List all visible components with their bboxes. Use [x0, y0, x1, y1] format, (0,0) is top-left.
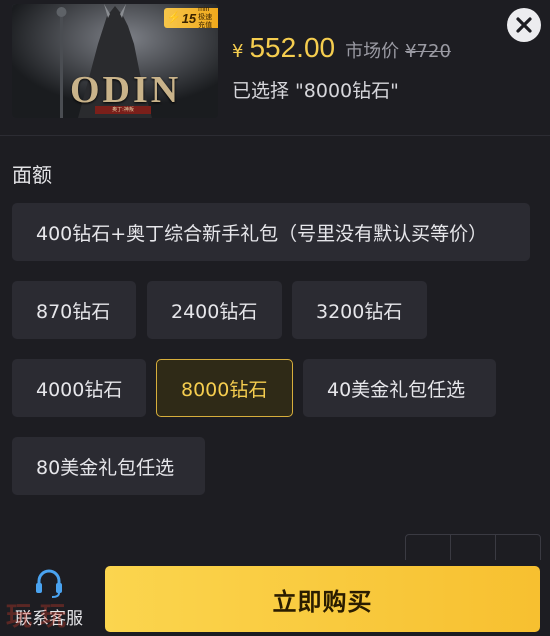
- product-thumbnail: ⚡ 15 min 极速充值 ODIN 奥丁:神叛: [12, 4, 218, 118]
- headset-icon: [36, 569, 62, 598]
- market-price-label: 市场价: [345, 41, 400, 62]
- option-40-usd-pack[interactable]: 40美金礼包任选: [303, 359, 496, 417]
- price-row: ¥ 552.00 市场价 ¥720: [232, 32, 451, 64]
- product-header: ⚡ 15 min 极速充值 ODIN 奥丁:神叛 ¥ 552.00 市场价 ¥72…: [0, 0, 550, 136]
- option-4000-diamonds[interactable]: 4000钻石: [12, 359, 146, 417]
- quantity-increase-button[interactable]: [496, 535, 540, 563]
- option-2400-diamonds[interactable]: 2400钻石: [147, 281, 282, 339]
- customer-service-button[interactable]: 联系客服: [4, 566, 94, 632]
- badge-text: 极速充值: [198, 14, 213, 29]
- option-870-diamonds[interactable]: 870钻石: [12, 281, 136, 339]
- close-icon: [516, 17, 532, 33]
- currency-symbol: ¥: [232, 41, 244, 62]
- footer-bar: 联系客服 玩玩 立即购买: [0, 560, 550, 636]
- buy-now-button[interactable]: 立即购买: [105, 566, 540, 632]
- badge-unit: min: [198, 6, 210, 13]
- quantity-input[interactable]: [451, 535, 496, 563]
- option-400-diamonds-bundle[interactable]: 400钻石+奥丁综合新手礼包（号里没有默认买等价）: [12, 203, 530, 261]
- option-8000-diamonds[interactable]: 8000钻石: [156, 359, 293, 417]
- lightning-icon: ⚡: [167, 11, 181, 24]
- odin-logo-subtitle: 奥丁:神叛: [95, 106, 151, 114]
- badge-number: 15: [181, 10, 197, 26]
- close-button[interactable]: [507, 8, 541, 42]
- section-title: 面额: [12, 163, 52, 187]
- fast-recharge-badge: ⚡ 15 min 极速充值: [164, 6, 218, 29]
- selected-option-text: 已选择 "8000钻石": [232, 80, 399, 102]
- price: 552.00: [249, 32, 336, 63]
- option-3200-diamonds[interactable]: 3200钻石: [292, 281, 427, 339]
- option-80-usd-pack[interactable]: 80美金礼包任选: [12, 437, 205, 495]
- market-price: ¥720: [405, 41, 451, 62]
- customer-service-label: 联系客服: [15, 609, 83, 629]
- quantity-decrease-button[interactable]: [406, 535, 451, 563]
